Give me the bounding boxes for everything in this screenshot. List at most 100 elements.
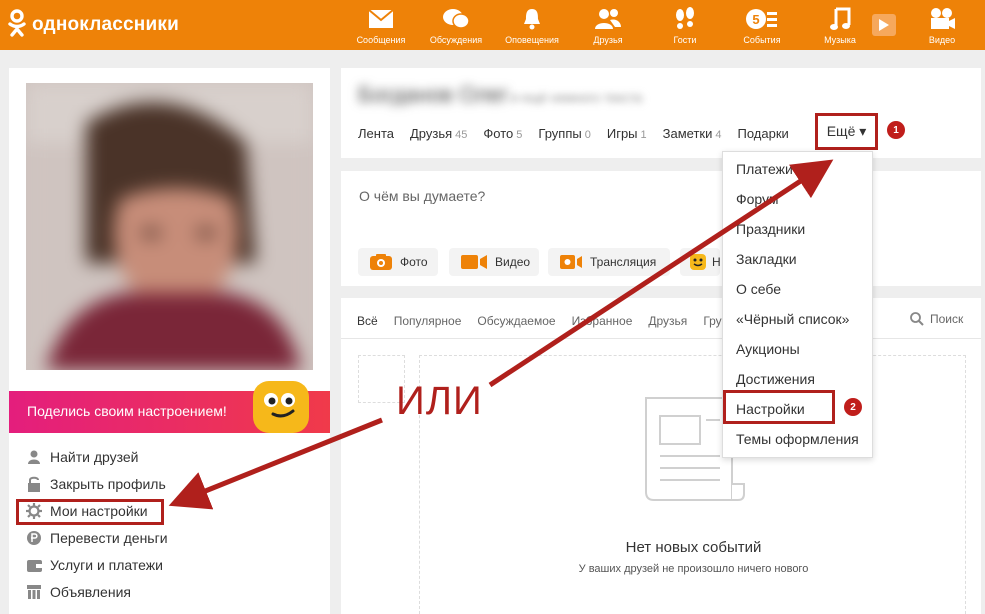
nav-label: Обсуждения — [429, 35, 483, 45]
menu-item-label: Закрыть профиль — [50, 476, 166, 492]
step-badge-2: 2 — [844, 398, 862, 416]
nav-label: Видео — [928, 35, 956, 45]
profile-tabs: Лента Друзья 45 Фото 5 Группы 0 Игры 1 Замет… — [358, 126, 805, 141]
nav-music[interactable]: Музыка — [805, 6, 875, 45]
dropdown-item-achievements[interactable]: Достижения — [736, 371, 815, 387]
video-icon — [461, 255, 487, 269]
empty-feed-title: Нет новых событий — [625, 539, 762, 556]
mood-banner[interactable]: Поделись своим настроением! — [9, 381, 330, 433]
search-icon — [910, 312, 924, 326]
svg-text:5: 5 — [752, 12, 759, 27]
nav-label: Гости — [673, 35, 697, 45]
tab-games[interactable]: Игры 1 — [607, 126, 647, 141]
tab-photos[interactable]: Фото 5 — [483, 126, 522, 141]
music-note-icon — [805, 6, 875, 32]
camera-icon — [370, 254, 392, 270]
nav-label: Музыка — [824, 35, 856, 45]
step-badge-1: 1 — [887, 121, 905, 139]
nav-notifications[interactable]: Оповещения — [497, 6, 567, 45]
tab-friends[interactable]: Друзья 45 — [410, 126, 467, 141]
dropdown-item-auctions[interactable]: Аукционы — [736, 341, 800, 357]
coin-icon — [26, 530, 42, 546]
more-dropdown-button[interactable]: Ещё ▾ — [815, 113, 878, 150]
dropdown-item-bookmarks[interactable]: Закладки — [736, 251, 797, 267]
top-navigation-bar: одноклассники Сообщения Обсуждения Опове… — [0, 0, 985, 50]
footprints-icon — [650, 6, 720, 32]
nav-label: События — [743, 35, 781, 45]
dropdown-item-payments[interactable]: Платежи — [736, 161, 793, 177]
nav-guests[interactable]: Гости — [650, 6, 720, 45]
settings-highlight-box — [723, 390, 835, 424]
dropdown-item-themes[interactable]: Темы оформления — [736, 431, 859, 447]
menu-find-friends[interactable]: Найти друзей — [26, 447, 139, 467]
more-label: Ещё ▾ — [826, 123, 867, 139]
feed-tab-favorites[interactable]: Избранное — [572, 314, 633, 328]
post-mood-button[interactable]: Н — [680, 248, 721, 276]
feed-tab-all[interactable]: Всё — [357, 314, 378, 328]
dropdown-item-blacklist[interactable]: «Чёрный список» — [736, 311, 849, 327]
nav-discussions[interactable]: Обсуждения — [421, 6, 491, 45]
feed-tab-friends[interactable]: Друзья — [648, 314, 687, 328]
or-annotation-text: ИЛИ — [396, 379, 483, 423]
menu-transfer-money[interactable]: Перевести деньги — [26, 528, 168, 548]
more-dropdown-menu: Платежи Форум Праздники Закладки О себе … — [722, 151, 873, 458]
tab-groups[interactable]: Группы 0 — [538, 126, 590, 141]
post-video-button[interactable]: Видео — [449, 248, 539, 276]
dropdown-item-holidays[interactable]: Праздники — [736, 221, 805, 237]
menu-item-label: Перевести деньги — [50, 530, 168, 546]
profile-header-card: Богданов Олег и ещё немного текста Лента… — [341, 68, 981, 158]
menu-close-profile[interactable]: Закрыть профиль — [26, 474, 166, 494]
brand-name: одноклассники — [32, 14, 179, 35]
dropdown-item-forum[interactable]: Форум — [736, 191, 779, 207]
nav-messages[interactable]: Сообщения — [346, 6, 416, 45]
avatar[interactable] — [26, 83, 313, 370]
post-input[interactable]: О чём вы думаете? — [359, 188, 485, 204]
left-column: Поделись своим настроением! Найти друзей… — [9, 68, 330, 614]
tab-feed[interactable]: Лента — [358, 126, 394, 141]
empty-feed-subtitle: У ваших друзей не произошло ничего новог… — [578, 563, 809, 575]
search-label: Поиск — [930, 312, 964, 326]
broadcast-icon — [560, 255, 582, 269]
bell-icon — [497, 6, 567, 32]
post-broadcast-button[interactable]: Трансляция — [548, 248, 670, 276]
nav-label: Сообщения — [356, 35, 406, 45]
feed-tab-discussed[interactable]: Обсуждаемое — [477, 314, 555, 328]
nav-events[interactable]: 5 События — [727, 6, 797, 45]
ok-logo[interactable]: одноклассники — [8, 8, 179, 42]
events-icon: 5 — [727, 6, 797, 32]
ok-logo-icon — [8, 8, 26, 42]
nav-label: Оповещения — [505, 35, 559, 45]
feed-card: Всё Популярное Обсуждаемое Избранное Дру… — [341, 298, 981, 614]
feed-tab-popular[interactable]: Популярное — [394, 314, 462, 328]
feed-tabs: Всё Популярное Обсуждаемое Избранное Дру… — [357, 314, 738, 328]
tab-gifts[interactable]: Подарки — [738, 126, 789, 141]
nav-friends[interactable]: Друзья — [573, 6, 643, 45]
nav-video[interactable]: Видео — [907, 6, 977, 45]
menu-services-payments[interactable]: Услуги и платежи — [26, 555, 163, 575]
tab-notes[interactable]: Заметки 4 — [663, 126, 722, 141]
menu-item-label: Найти друзей — [50, 449, 139, 465]
post-photo-button[interactable]: Фото — [358, 248, 438, 276]
mood-banner-text: Поделись своим настроением! — [27, 403, 227, 419]
divider — [341, 338, 981, 339]
feed-search[interactable]: Поиск — [910, 312, 963, 326]
play-icon[interactable] — [872, 14, 896, 36]
wallet-icon — [26, 557, 42, 573]
post-composer: О чём вы думаете? Фото Видео Трансляция … — [341, 171, 981, 286]
menu-ads[interactable]: Объявления — [26, 582, 131, 602]
my-settings-highlight-box — [16, 499, 164, 525]
profile-subtitle: и ещё немного текста — [511, 90, 643, 105]
person-icon — [26, 449, 42, 465]
menu-item-label: Услуги и платежи — [50, 557, 163, 573]
friends-icon — [573, 6, 643, 32]
lock-icon — [26, 476, 42, 492]
empty-feed-area: Нет новых событий У ваших друзей не прои… — [419, 355, 966, 614]
dropdown-item-about[interactable]: О себе — [736, 281, 781, 297]
mood-icon — [690, 254, 706, 270]
ads-icon — [26, 584, 42, 600]
feed-tab-groups[interactable]: Гру — [703, 314, 721, 328]
menu-item-label: Объявления — [50, 584, 131, 600]
profile-name: Богданов Олег — [358, 82, 509, 107]
smiley-icon — [253, 381, 309, 433]
envelope-icon — [346, 6, 416, 32]
